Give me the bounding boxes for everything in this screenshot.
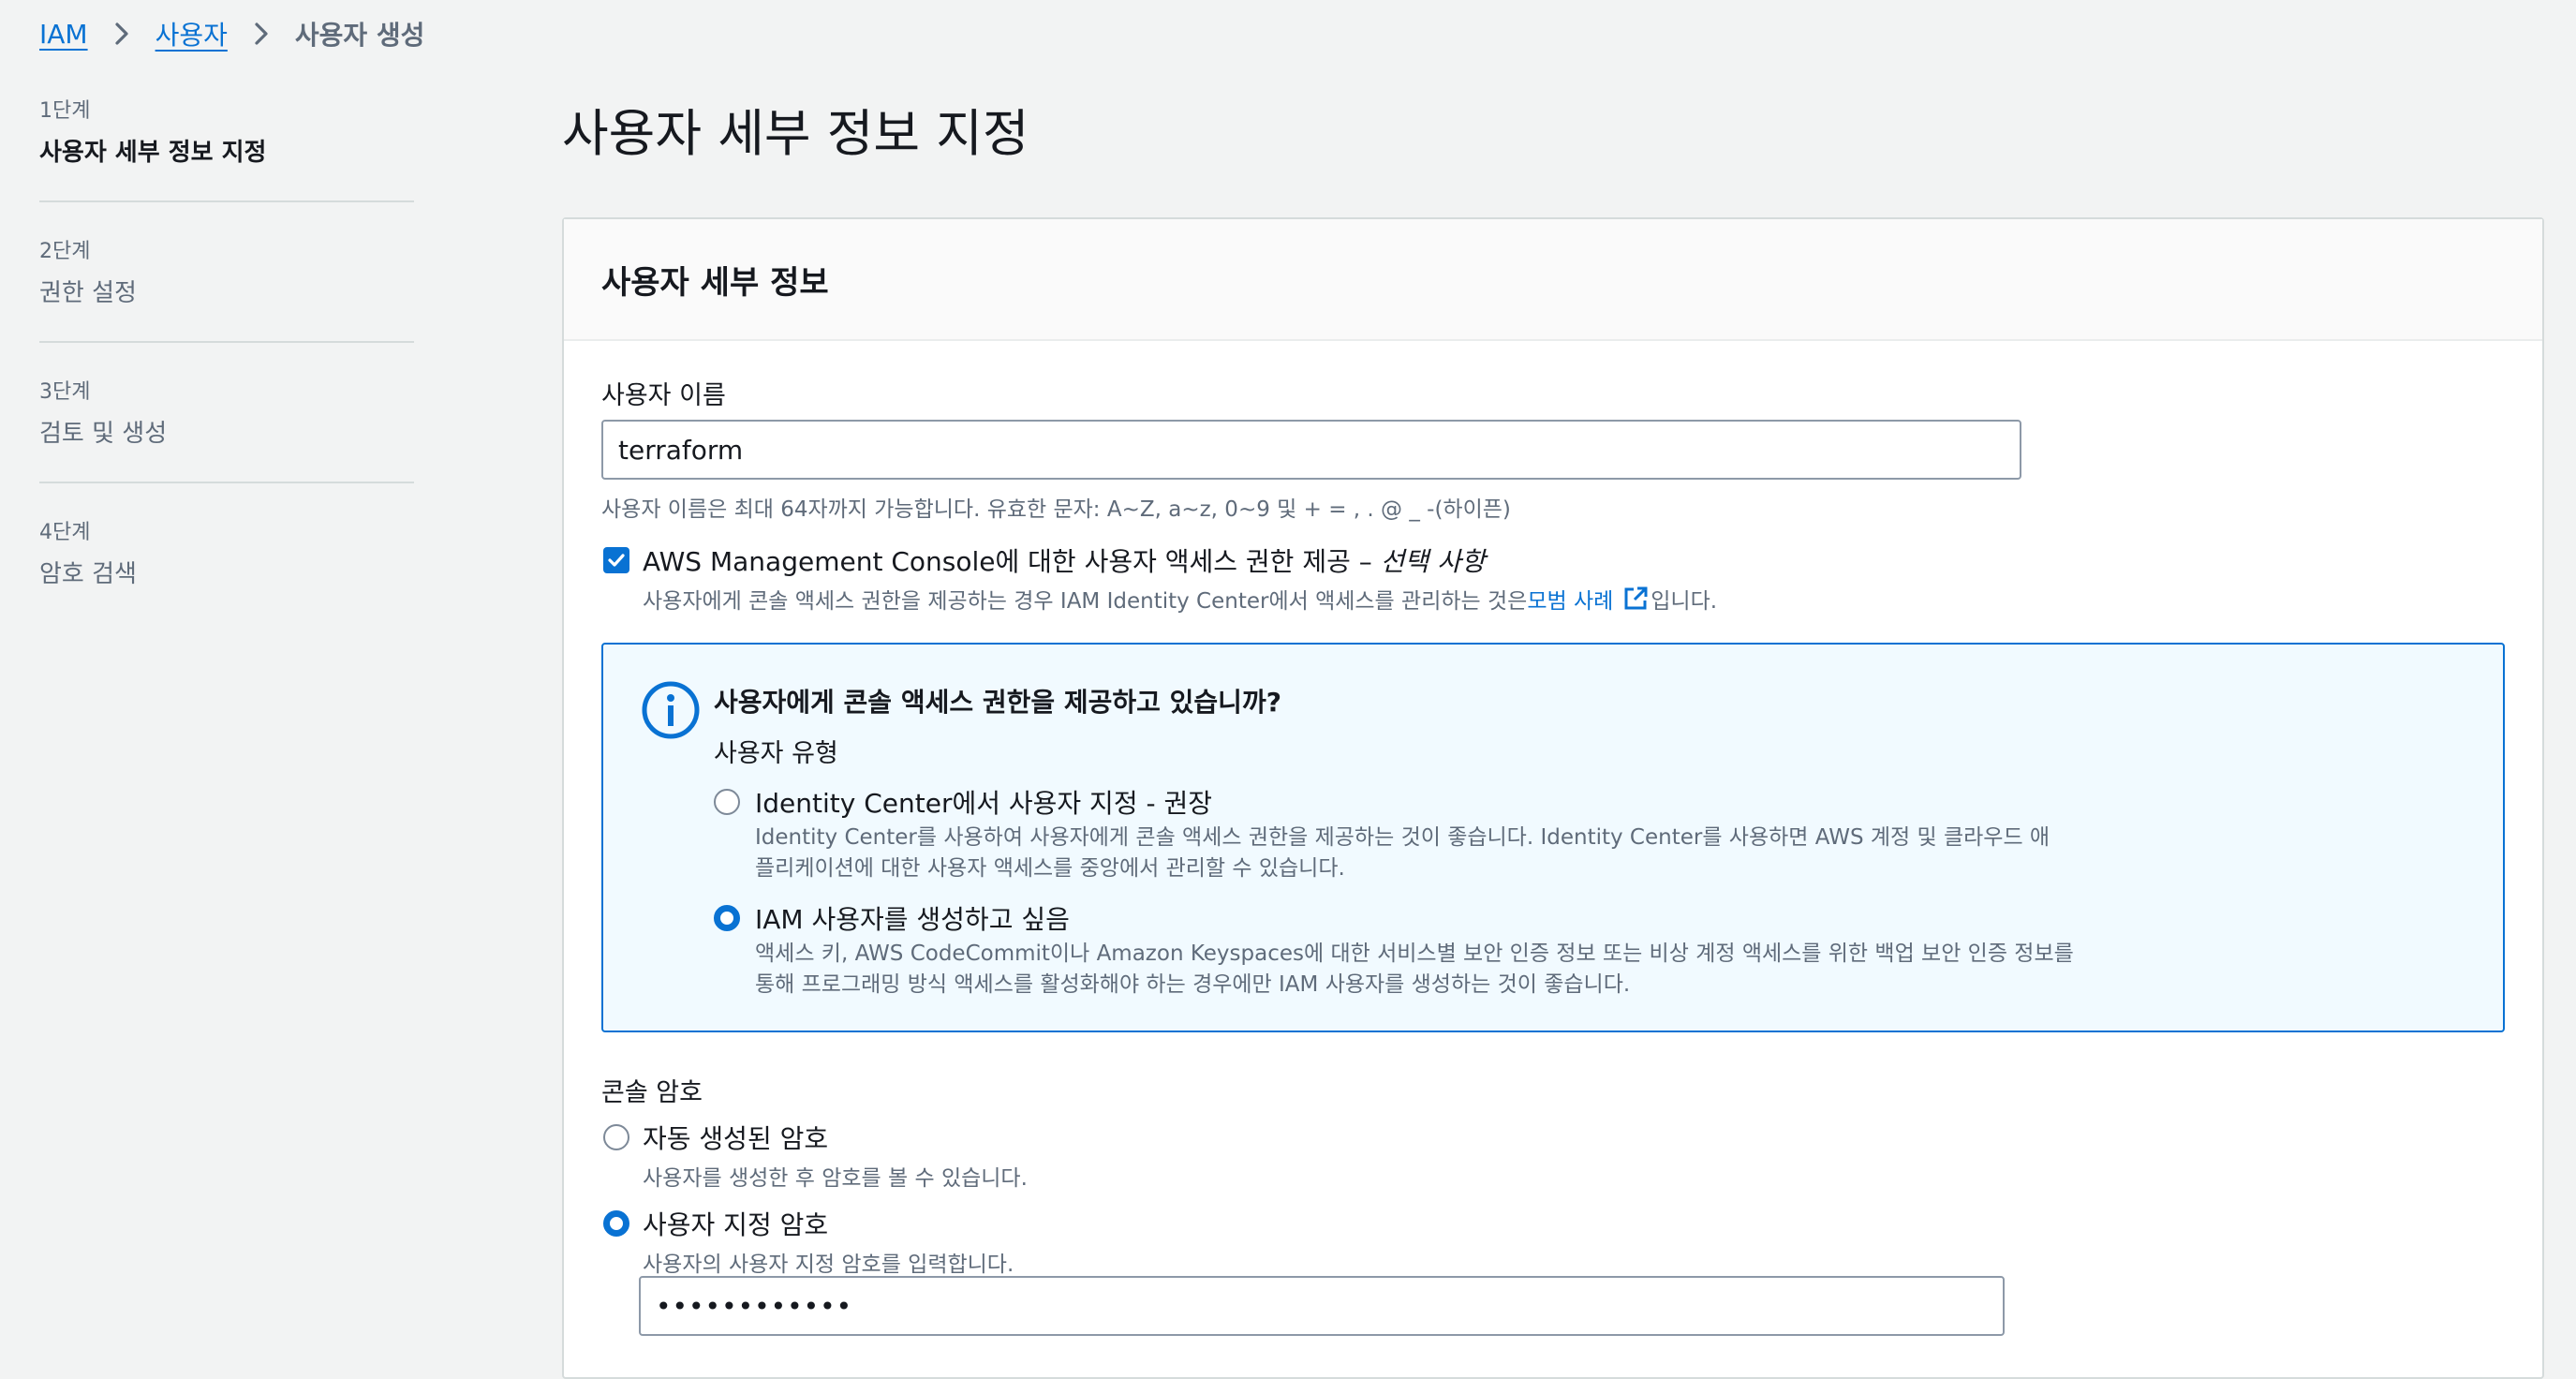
step-label: 권한 설정 bbox=[39, 279, 137, 307]
custom-password-desc: 사용자의 사용자 지정 암호를 입력합니다. bbox=[643, 1253, 1014, 1277]
identity-center-desc-line2: 플리케이션에 대한 사용자 액세스를 중앙에서 관리할 수 있습니다. bbox=[755, 856, 1345, 881]
auto-password-desc: 사용자를 생성한 후 암호를 볼 수 있습니다. bbox=[643, 1166, 1028, 1191]
panel-title: 사용자 세부 정보 bbox=[601, 264, 829, 302]
console-access-label: AWS Management Console에 대한 사용자 액세스 권한 제공… bbox=[643, 541, 1486, 579]
best-practice-link[interactable]: 모범 사례 bbox=[1527, 583, 1613, 615]
console-password-label: 콘솔 암호 bbox=[601, 1078, 703, 1107]
step-4[interactable]: 4단계 암호 검색 bbox=[39, 515, 414, 589]
step-number: 3단계 bbox=[39, 380, 91, 404]
iam-user-desc-line2: 통해 프로그래밍 방식 액세스를 활성화해야 하는 경우에만 IAM 사용자를 … bbox=[755, 972, 1631, 997]
radio-identity-center[interactable] bbox=[714, 789, 740, 815]
breadcrumb-link-users[interactable]: 사용자 bbox=[155, 15, 228, 52]
step-number: 4단계 bbox=[39, 521, 91, 544]
step-label: 사용자 세부 정보 지정 bbox=[39, 139, 267, 167]
optional-text: 선택 사항 bbox=[1380, 546, 1486, 577]
breadcrumb-link-iam[interactable]: IAM bbox=[39, 19, 88, 50]
step-divider bbox=[39, 200, 414, 202]
step-3[interactable]: 3단계 검토 및 생성 bbox=[39, 375, 414, 449]
step-2[interactable]: 2단계 권한 설정 bbox=[39, 234, 414, 308]
breadcrumb: IAM 사용자 사용자 생성 bbox=[39, 13, 424, 54]
username-label: 사용자 이름 bbox=[601, 381, 726, 410]
iam-user-desc-line1: 액세스 키, AWS CodeCommit이나 Amazon Keyspaces… bbox=[755, 942, 2074, 966]
breadcrumb-current: 사용자 생성 bbox=[294, 20, 425, 51]
radio-auto-password[interactable] bbox=[603, 1124, 629, 1150]
step-divider bbox=[39, 341, 414, 343]
iam-user-label: IAM 사용자를 생성하고 싶음 bbox=[755, 904, 1070, 935]
username-hint: 사용자 이름은 최대 64자까지 가능합니다. 유효한 문자: A~Z, a~z… bbox=[601, 497, 1511, 522]
check-icon bbox=[608, 554, 625, 567]
external-link-icon[interactable] bbox=[1622, 586, 1649, 612]
user-details-panel: 사용자 세부 정보 사용자 이름 terraform 사용자 이름은 최대 64… bbox=[562, 217, 2544, 1379]
console-access-text: AWS Management Console에 대한 사용자 액세스 권한 제공… bbox=[643, 546, 1381, 577]
identity-center-desc: Identity Center를 사용하여 사용자에게 콘솔 액세스 권한을 제… bbox=[755, 823, 2050, 884]
console-access-desc: 사용자에게 콘솔 액세스 권한을 제공하는 경우 IAM Identity Ce… bbox=[643, 583, 1717, 615]
step-label: 암호 검색 bbox=[39, 560, 137, 588]
console-access-checkbox[interactable] bbox=[603, 547, 629, 573]
step-divider bbox=[39, 482, 414, 483]
console-access-desc-suffix: 입니다. bbox=[1651, 589, 1718, 614]
custom-password-label: 사용자 지정 암호 bbox=[643, 1209, 829, 1240]
radio-custom-password[interactable] bbox=[603, 1210, 629, 1237]
auto-password-label: 자동 생성된 암호 bbox=[643, 1123, 829, 1154]
user-type-label: 사용자 유형 bbox=[714, 739, 838, 768]
step-label: 검토 및 생성 bbox=[39, 420, 168, 448]
panel-header: 사용자 세부 정보 bbox=[564, 219, 2542, 341]
step-number: 1단계 bbox=[39, 99, 91, 123]
custom-password-input[interactable]: •••••••••••• bbox=[639, 1276, 2005, 1336]
iam-user-desc: 액세스 키, AWS CodeCommit이나 Amazon Keyspaces… bbox=[755, 939, 2074, 1001]
step-number: 2단계 bbox=[39, 240, 91, 263]
info-heading: 사용자에게 콘솔 액세스 권한을 제공하고 있습니까? bbox=[714, 687, 1281, 718]
info-alert: 사용자에게 콘솔 액세스 권한을 제공하고 있습니까? 사용자 유형 Ident… bbox=[601, 643, 2505, 1032]
step-1[interactable]: 1단계 사용자 세부 정보 지정 bbox=[39, 94, 414, 168]
username-input[interactable]: terraform bbox=[601, 420, 2021, 480]
identity-center-desc-line1: Identity Center를 사용하여 사용자에게 콘솔 액세스 권한을 제… bbox=[755, 825, 2050, 850]
radio-iam-user[interactable] bbox=[714, 905, 740, 931]
chevron-right-icon bbox=[101, 13, 142, 54]
page-title: 사용자 세부 정보 지정 bbox=[562, 104, 1029, 163]
chevron-right-icon bbox=[241, 13, 282, 54]
info-icon bbox=[641, 680, 701, 744]
console-access-desc-prefix: 사용자에게 콘솔 액세스 권한을 제공하는 경우 IAM Identity Ce… bbox=[643, 589, 1528, 614]
identity-center-label: Identity Center에서 사용자 지정 - 권장 bbox=[755, 788, 1212, 819]
